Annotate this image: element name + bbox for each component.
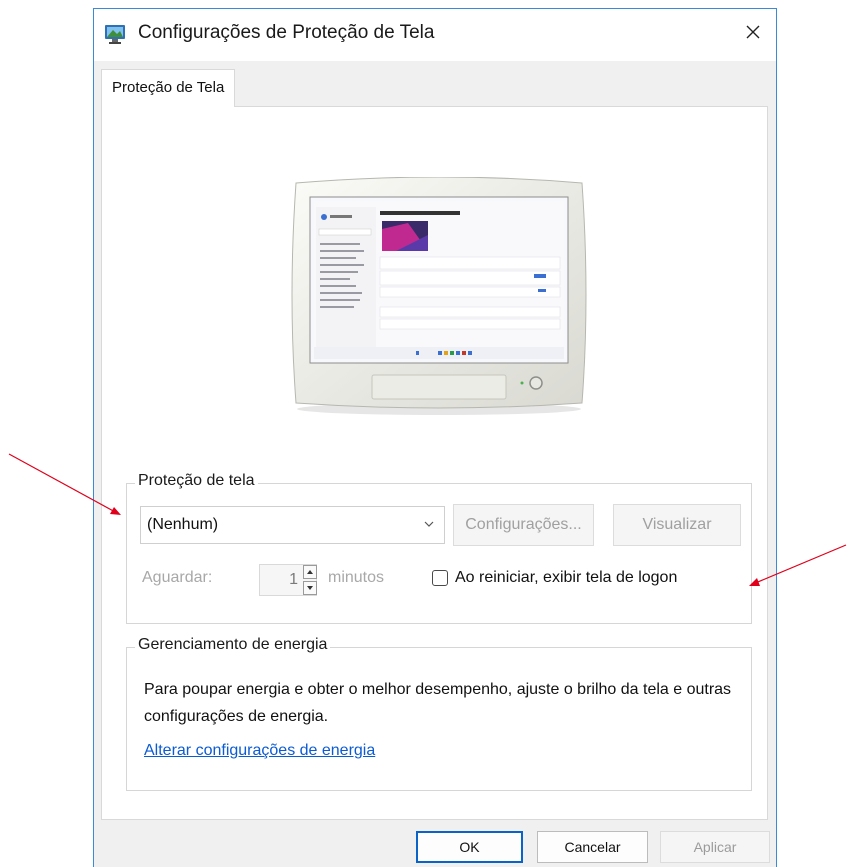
preview-button[interactable]: Visualizar — [613, 504, 741, 546]
title-bar: Configurações de Proteção de Tela — [94, 9, 776, 61]
energy-description: Para poupar energia e obter o melhor des… — [144, 681, 732, 725]
stage: Configurações de Proteção de Tela Proteç… — [0, 0, 856, 867]
cancel-button[interactable]: Cancelar — [537, 831, 648, 863]
window-title: Configurações de Proteção de Tela — [138, 22, 435, 43]
screensaver-select[interactable]: (Nenhum) — [140, 506, 445, 544]
energy-group: Gerenciamento de energia Para poupar ene… — [126, 636, 752, 791]
monitor-preview — [288, 177, 590, 417]
screensaver-group: Proteção de tela (Nenhum) Configurações.… — [126, 472, 752, 624]
screensaver-group-legend: Proteção de tela — [135, 472, 258, 490]
apply-button[interactable]: Aplicar — [660, 831, 770, 863]
ok-button[interactable]: OK — [416, 831, 523, 863]
screensaver-monitor-icon — [104, 23, 126, 45]
triangle-down-icon — [307, 586, 313, 590]
wait-minutes-value: 1 — [289, 571, 298, 588]
settings-button[interactable]: Configurações... — [453, 504, 594, 546]
spin-down-button[interactable] — [303, 581, 317, 595]
spin-up-button[interactable] — [303, 565, 317, 579]
wait-row: Aguardar: 1 minutos Ao reiniciar, exibir… — [142, 564, 742, 596]
logon-checkbox-label[interactable]: Ao reiniciar, exibir tela de logon — [455, 569, 677, 587]
minutes-label: minutos — [328, 569, 385, 586]
energy-group-legend: Gerenciamento de energia — [135, 636, 331, 654]
close-button[interactable] — [730, 9, 776, 55]
tab-protecao-de-tela[interactable]: Proteção de Tela — [101, 69, 236, 107]
logon-checkbox[interactable] — [432, 570, 448, 586]
close-icon — [746, 25, 760, 39]
triangle-up-icon — [307, 570, 313, 574]
change-power-settings-link[interactable]: Alterar configurações de energia — [144, 742, 375, 760]
screensaver-settings-dialog: Configurações de Proteção de Tela Proteç… — [93, 8, 777, 867]
chevron-down-icon — [423, 507, 435, 557]
wait-label: Aguardar: — [142, 569, 213, 586]
screensaver-select-value: (Nenhum) — [147, 516, 219, 533]
tab-strip: Proteção de Tela — [94, 61, 776, 107]
wait-spinner — [303, 565, 317, 595]
tab-panel: Proteção de tela (Nenhum) Configurações.… — [101, 106, 768, 820]
